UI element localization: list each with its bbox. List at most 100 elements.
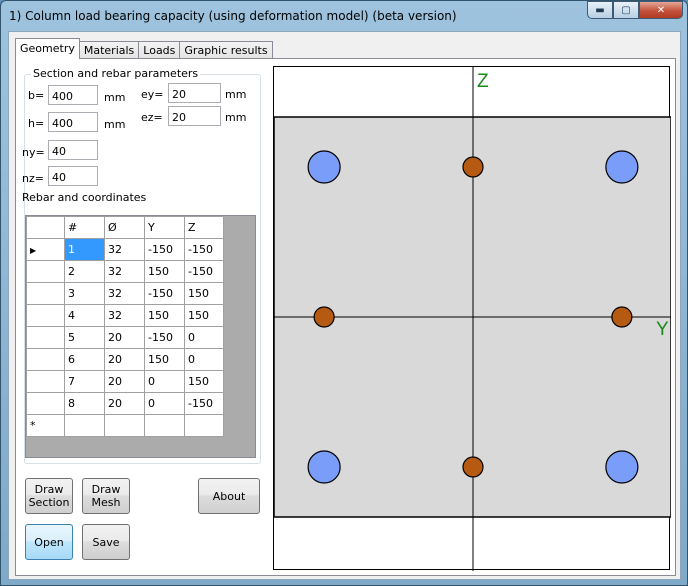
b-label: b= (28, 89, 45, 102)
table-cell[interactable]: 7 (64, 370, 105, 393)
table-cell[interactable]: 32 (104, 282, 145, 305)
ey-unit: mm (225, 88, 247, 101)
b-unit: mm (104, 91, 126, 104)
table-cell[interactable]: -150 (144, 326, 185, 349)
table-cell[interactable]: 150 (144, 260, 185, 283)
table-cell[interactable]: 0 (144, 370, 185, 393)
table-cell[interactable]: 150 (144, 348, 185, 371)
table-cell[interactable] (64, 414, 105, 437)
groupbox-title: Section and rebar parameters (31, 67, 201, 80)
rebar-circle (307, 450, 341, 484)
table-row[interactable]: ▶ 1 32 -150 -150 (26, 238, 224, 261)
about-button[interactable]: About (198, 478, 260, 514)
table-row[interactable]: 3 32 -150 150 (26, 282, 224, 305)
tab-loads[interactable]: Loads (138, 41, 181, 59)
save-button[interactable]: Save (82, 524, 130, 560)
row-header[interactable] (26, 260, 65, 283)
section-drawing-canvas[interactable]: Z Y (273, 66, 672, 571)
new-row-icon: * (30, 419, 36, 432)
table-cell[interactable] (144, 414, 185, 437)
rebar-datagrid[interactable]: # Ø Y Z ▶ 1 32 -150 -150 2 32 150 -150 3… (25, 215, 256, 458)
column-header-y[interactable]: Y (144, 216, 185, 239)
nz-input[interactable] (48, 166, 98, 186)
table-new-row[interactable]: * (26, 414, 224, 437)
tab-geometry[interactable]: Geometry (15, 38, 80, 59)
table-cell[interactable]: 2 (64, 260, 105, 283)
table-cell[interactable]: 1 (64, 238, 105, 261)
table-cell[interactable] (184, 414, 224, 437)
draw-section-button[interactable]: Draw Section (25, 478, 73, 514)
close-button[interactable]: ✕ (639, 1, 683, 19)
row-header[interactable] (26, 348, 65, 371)
table-header-row: # Ø Y Z (26, 216, 224, 239)
maximize-button[interactable]: ▢ (613, 1, 639, 19)
table-cell[interactable]: -150 (144, 282, 185, 305)
row-header-current[interactable]: ▶ (26, 238, 65, 261)
table-cell[interactable]: 0 (144, 392, 185, 415)
rebar-circle (462, 456, 484, 478)
row-header[interactable] (26, 282, 65, 305)
table-cell[interactable]: -150 (144, 238, 185, 261)
table-cell[interactable]: 150 (144, 304, 185, 327)
table-cell[interactable]: 20 (104, 370, 145, 393)
ny-input[interactable] (48, 140, 98, 160)
table-cell[interactable]: 4 (64, 304, 105, 327)
table-cell[interactable]: -150 (184, 238, 224, 261)
table-cell[interactable]: 6 (64, 348, 105, 371)
section-drawing: Z Y (273, 67, 672, 571)
title-bar[interactable]: 1) Column load bearing capacity (using d… (1, 1, 687, 31)
table-row[interactable]: 8 20 0 -150 (26, 392, 224, 415)
column-header-z[interactable]: Z (184, 216, 224, 239)
table-cell[interactable]: 32 (104, 304, 145, 327)
table-row[interactable]: 7 20 0 150 (26, 370, 224, 393)
ey-input[interactable] (168, 83, 221, 103)
current-row-icon: ▶ (30, 246, 37, 255)
ey-label: ey= (141, 88, 164, 101)
ny-label: ny= (22, 146, 45, 159)
table-cell[interactable]: 150 (184, 370, 224, 393)
tab-materials[interactable]: Materials (78, 41, 140, 59)
table-cell[interactable]: 32 (104, 260, 145, 283)
row-header[interactable] (26, 326, 65, 349)
table-cell[interactable]: 3 (64, 282, 105, 305)
rebar-circle (605, 450, 639, 484)
table-cell[interactable]: 20 (104, 326, 145, 349)
ez-input[interactable] (168, 106, 221, 126)
table-row[interactable]: 5 20 -150 0 (26, 326, 224, 349)
table-cell[interactable]: 8 (64, 392, 105, 415)
app-window: 1) Column load bearing capacity (using d… (0, 0, 688, 586)
table-cell[interactable]: 32 (104, 238, 145, 261)
table-row[interactable]: 2 32 150 -150 (26, 260, 224, 283)
table-cell[interactable]: 0 (184, 326, 224, 349)
table-row[interactable]: 6 20 150 0 (26, 348, 224, 371)
table-cell[interactable]: 0 (184, 348, 224, 371)
minimize-button[interactable]: ▬ (587, 1, 613, 19)
y-axis-label: Y (656, 319, 669, 340)
table-cell[interactable]: 20 (104, 392, 145, 415)
h-unit: mm (104, 118, 126, 131)
new-row-header[interactable]: * (26, 414, 65, 437)
column-header-diameter[interactable]: Ø (104, 216, 145, 239)
b-input[interactable] (48, 85, 98, 105)
z-axis-label: Z (477, 71, 489, 92)
h-label: h= (28, 117, 45, 130)
nz-label: nz= (22, 172, 44, 185)
minimize-icon: ▬ (595, 4, 605, 16)
table-row[interactable]: 4 32 150 150 (26, 304, 224, 327)
rebar-circle (307, 150, 341, 184)
table-cell[interactable]: -150 (184, 260, 224, 283)
tab-graphic-results[interactable]: Graphic results (179, 41, 273, 59)
row-header[interactable] (26, 304, 65, 327)
table-cell[interactable]: 150 (184, 282, 224, 305)
table-cell[interactable]: 20 (104, 348, 145, 371)
row-header[interactable] (26, 370, 65, 393)
table-cell[interactable]: 5 (64, 326, 105, 349)
h-input[interactable] (48, 112, 98, 132)
row-header[interactable] (26, 392, 65, 415)
column-header-number[interactable]: # (64, 216, 105, 239)
table-cell[interactable] (104, 414, 145, 437)
draw-mesh-button[interactable]: Draw Mesh (82, 478, 130, 514)
open-button[interactable]: Open (25, 524, 73, 560)
table-cell[interactable]: 150 (184, 304, 224, 327)
table-cell[interactable]: -150 (184, 392, 224, 415)
